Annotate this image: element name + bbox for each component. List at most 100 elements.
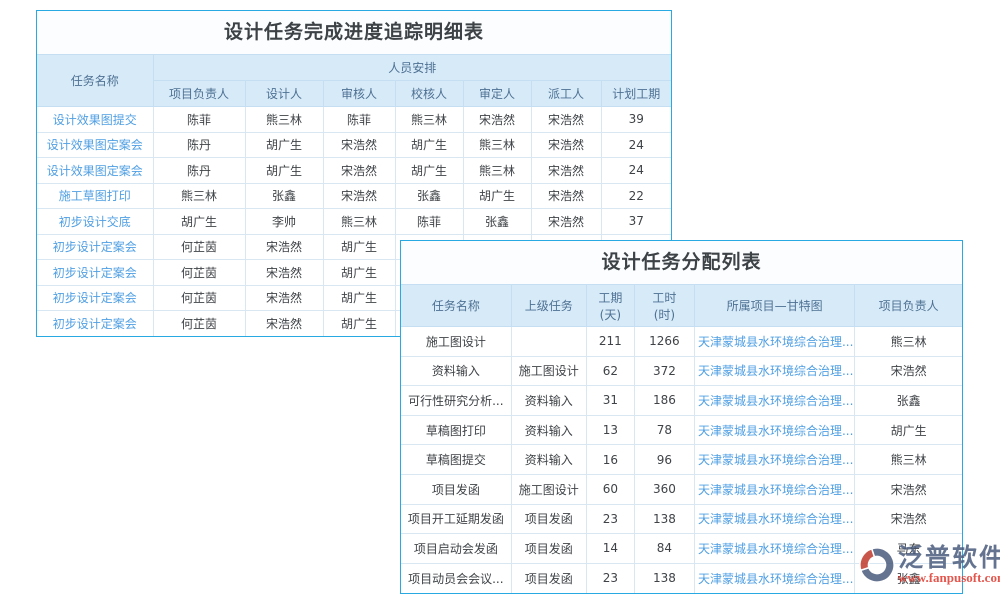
table-cell: 宋浩然	[245, 311, 323, 337]
table-cell: 李帅	[245, 209, 323, 235]
table-row: 可行性研究分析...资料输入31186天津蒙城县水环境综合治理...张鑫	[401, 386, 962, 416]
table-cell: 熊三林	[463, 158, 531, 184]
table-cell: 熊三林	[855, 327, 962, 357]
table-cell: 16	[586, 445, 634, 475]
table-cell: 胡广生	[245, 158, 323, 184]
table-row: 施工草图打印熊三林张鑫宋浩然张鑫胡广生宋浩然22	[37, 183, 671, 209]
task-name-link[interactable]: 设计效果图提交	[37, 107, 153, 133]
task-name-link[interactable]: 初步设计定案会	[37, 260, 153, 286]
table-cell: 可行性研究分析...	[401, 386, 511, 416]
table-cell: 项目发函	[511, 504, 586, 534]
table-cell: 宋浩然	[323, 158, 395, 184]
table-row: 草稿图提交资料输入1696天津蒙城县水环境综合治理...熊三林	[401, 445, 962, 475]
table-cell: 22	[601, 183, 671, 209]
table-row: 设计效果图定案会陈丹胡广生宋浩然胡广生熊三林宋浩然24	[37, 158, 671, 184]
table-cell: 宋浩然	[531, 158, 601, 184]
table-cell: 项目发函	[511, 563, 586, 593]
table-cell: 胡广生	[855, 415, 962, 445]
table-cell: 资料输入	[511, 445, 586, 475]
gantt-project-link[interactable]: 天津蒙城县水环境综合治理...	[694, 415, 854, 445]
table-cell: 宋浩然	[531, 107, 601, 133]
table-cell: 胡广生	[395, 132, 463, 158]
table-cell: 宋浩然	[323, 183, 395, 209]
column-header: 项目负责人	[855, 285, 962, 327]
gantt-project-link[interactable]: 天津蒙城县水环境综合治理...	[694, 534, 854, 564]
table-cell: 项目发函	[511, 534, 586, 564]
column-header: 任务名称	[37, 55, 153, 107]
table-cell: 项目动员会会议...	[401, 563, 511, 593]
table-cell: 熊三林	[395, 107, 463, 133]
table-cell: 何芷茵	[153, 311, 245, 337]
task-name-link[interactable]: 初步设计定案会	[37, 311, 153, 337]
gantt-project-link[interactable]: 天津蒙城县水环境综合治理...	[694, 327, 854, 357]
table-cell: 胡广生	[323, 260, 395, 286]
table-cell: 宋浩然	[531, 132, 601, 158]
table-cell: 项目发函	[401, 474, 511, 504]
table-row: 项目发函施工图设计60360天津蒙城县水环境综合治理...宋浩然	[401, 474, 962, 504]
table-cell: 张鑫	[395, 183, 463, 209]
table-cell: 宋浩然	[245, 234, 323, 260]
column-header: 所属项目—甘特图	[694, 285, 854, 327]
column-header: 计划工期	[601, 81, 671, 107]
table-cell: 施工图设计	[511, 474, 586, 504]
column-header: 派工人	[531, 81, 601, 107]
task-name-link[interactable]: 初步设计定案会	[37, 234, 153, 260]
table-cell: 96	[634, 445, 694, 475]
gantt-project-link[interactable]: 天津蒙城县水环境综合治理...	[694, 445, 854, 475]
table-cell: 13	[586, 415, 634, 445]
table-cell: 熊三林	[855, 445, 962, 475]
table-cell: 胡广生	[323, 234, 395, 260]
table-cell: 张鑫	[463, 209, 531, 235]
table-row: 初步设计交底胡广生李帅熊三林陈菲张鑫宋浩然37	[37, 209, 671, 235]
table-cell: 胡广生	[463, 183, 531, 209]
table-cell: 62	[586, 356, 634, 386]
column-header: 审定人	[463, 81, 531, 107]
table-cell: 何芷茵	[153, 285, 245, 311]
task-name-link[interactable]: 设计效果图定案会	[37, 158, 153, 184]
task-name-link[interactable]: 初步设计交底	[37, 209, 153, 235]
table-cell: 宋浩然	[463, 107, 531, 133]
table-cell: 360	[634, 474, 694, 504]
table-cell: 胡广生	[323, 285, 395, 311]
table-cell: 372	[634, 356, 694, 386]
table-row: 草稿图打印资料输入1378天津蒙城县水环境综合治理...胡广生	[401, 415, 962, 445]
table-cell: 草稿图打印	[401, 415, 511, 445]
table-cell: 31	[586, 386, 634, 416]
table-cell: 23	[586, 504, 634, 534]
gantt-project-link[interactable]: 天津蒙城县水环境综合治理...	[694, 563, 854, 593]
table-cell: 何芷茵	[153, 234, 245, 260]
table-cell: 24	[601, 132, 671, 158]
table-cell: 陈丹	[153, 158, 245, 184]
column-header: 设计人	[245, 81, 323, 107]
column-header: 任务名称	[401, 285, 511, 327]
table-cell: 胡广生	[395, 158, 463, 184]
table-cell: 草稿图提交	[401, 445, 511, 475]
gantt-project-link[interactable]: 天津蒙城县水环境综合治理...	[694, 504, 854, 534]
table-cell: 84	[634, 534, 694, 564]
table-cell: 陈丹	[153, 132, 245, 158]
table-cell	[511, 327, 586, 357]
table-cell: 宋浩然	[323, 132, 395, 158]
table-cell: 胡广生	[245, 132, 323, 158]
table-cell: 宋浩然	[855, 474, 962, 504]
gantt-project-link[interactable]: 天津蒙城县水环境综合治理...	[694, 356, 854, 386]
assignment-table-title: 设计任务分配列表	[401, 241, 962, 284]
table-cell: 何芷茵	[153, 260, 245, 286]
gantt-project-link[interactable]: 天津蒙城县水环境综合治理...	[694, 386, 854, 416]
table-cell: 陈菲	[395, 209, 463, 235]
column-header: 工时 (时)	[634, 285, 694, 327]
table-cell: 60	[586, 474, 634, 504]
task-name-link[interactable]: 初步设计定案会	[37, 285, 153, 311]
gantt-project-link[interactable]: 天津蒙城县水环境综合治理...	[694, 474, 854, 504]
table-cell: 资料输入	[511, 386, 586, 416]
column-header: 工期 (天)	[586, 285, 634, 327]
table-cell: 78	[634, 415, 694, 445]
column-header: 审核人	[323, 81, 395, 107]
column-header: 项目负责人	[153, 81, 245, 107]
table-cell: 宋浩然	[531, 183, 601, 209]
table-cell: 资料输入	[511, 415, 586, 445]
table-cell: 14	[586, 534, 634, 564]
table-cell: 胡广生	[153, 209, 245, 235]
task-name-link[interactable]: 施工草图打印	[37, 183, 153, 209]
task-name-link[interactable]: 设计效果图定案会	[37, 132, 153, 158]
